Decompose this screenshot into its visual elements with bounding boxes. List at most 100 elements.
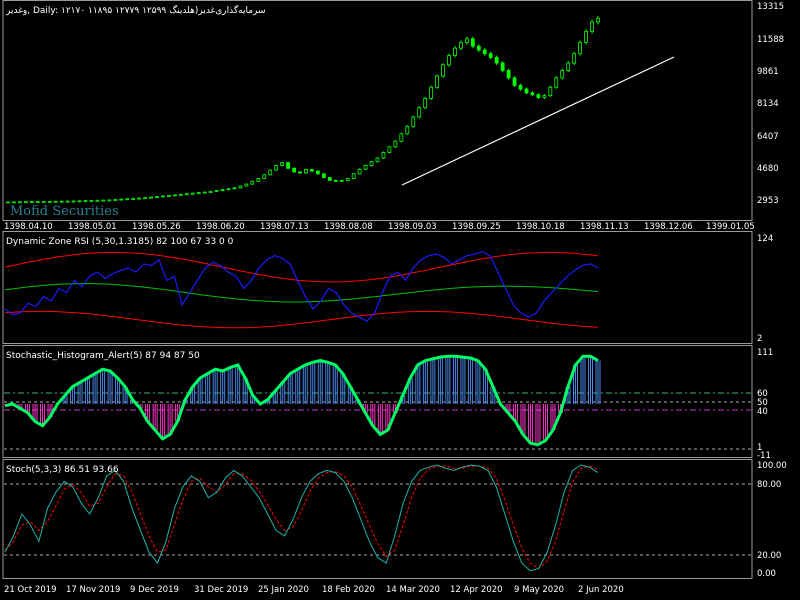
price-candle: [167, 195, 171, 197]
date-tick-label: 9 May 2020: [514, 585, 564, 595]
price-candle: [172, 194, 177, 197]
price-candle: [89, 200, 94, 202]
price-candle: [6, 201, 10, 204]
price-candle: [208, 191, 213, 193]
date-tick-label: 14 Mar 2020: [386, 585, 440, 595]
price-pane[interactable]: [2, 0, 753, 221]
date-tick-label: 1398.07.13: [260, 222, 309, 232]
price-tick-label: 4680: [757, 164, 779, 174]
price-candle: [226, 188, 231, 191]
price-candle: [83, 200, 88, 203]
price-candle: [488, 53, 493, 58]
stoch-title: Stoch(5,3,3) 86.51 93.66: [6, 465, 119, 475]
price-candle: [453, 47, 457, 56]
rsi-title: Dynamic Zone RSI (5,30,1.3185) 82 100 67…: [6, 237, 234, 247]
trading-chart: وغدیر, Daily: ۱۲۱۷۰ ۱۱۸۹۵ ۱۲۷۷۹ ۱۲۵۹۹ سر…: [2, 0, 787, 595]
price-candle: [143, 197, 147, 200]
date-tick-label: 1398.05.26: [132, 222, 181, 232]
price-candle: [131, 198, 136, 200]
price-candle: [399, 133, 404, 142]
stoch-hist-scale-label: -11: [757, 451, 771, 461]
price-candle: [59, 200, 64, 203]
price-candle: [149, 196, 153, 199]
stoch-hist-scale-label: 111: [757, 348, 773, 358]
price-candle: [214, 190, 219, 193]
price-candle: [232, 187, 237, 190]
price-candle: [470, 38, 475, 47]
price-candle: [107, 199, 112, 202]
stoch-scale-label: 0.00: [757, 569, 776, 579]
price-candle: [178, 193, 183, 196]
price-candle: [304, 169, 308, 174]
stoch-pane[interactable]: [2, 459, 753, 579]
date-tick-label: 2 Jun 2020: [578, 585, 624, 595]
price-candle: [190, 192, 195, 195]
price-candle: [435, 75, 439, 88]
price-candle: [393, 140, 398, 148]
price-candle: [482, 49, 487, 55]
price-candle: [476, 45, 481, 51]
price-candle: [137, 197, 142, 200]
price-candle: [71, 200, 76, 203]
price-candle: [512, 77, 517, 86]
price-candle: [536, 94, 541, 98]
price-tick-label: 9861: [757, 67, 779, 77]
price-candle: [113, 199, 118, 201]
date-tick-label: 1398.06.20: [196, 222, 245, 232]
stoch-scale-label: 80.00: [757, 480, 781, 490]
stoch-hist-scale-label: 40: [757, 407, 768, 417]
price-candle: [310, 169, 314, 172]
price-candle: [244, 183, 249, 187]
date-tick-label: 1398.05.01: [68, 222, 117, 232]
price-candle: [286, 162, 291, 169]
price-candle: [578, 42, 583, 55]
price-candle: [464, 38, 469, 43]
date-tick-label: 1398.08.08: [324, 222, 373, 232]
date-tick-label: 18 Feb 2020: [322, 585, 375, 595]
price-candle: [345, 178, 350, 181]
price-candle: [357, 168, 362, 175]
price-candle: [23, 201, 28, 204]
price-candle: [500, 62, 505, 71]
rsi-scale-label: 2: [757, 334, 762, 344]
price-candle: [459, 42, 463, 49]
price-tick-label: 8134: [757, 99, 779, 109]
price-candle: [35, 201, 40, 203]
date-tick-label: 17 Nov 2019: [66, 585, 120, 595]
price-candle: [506, 70, 511, 79]
price-candle: [369, 161, 374, 166]
price-candle: [119, 198, 124, 201]
price-candle: [315, 170, 320, 175]
rsi-upper-band: [4, 251, 599, 283]
price-candle: [339, 179, 344, 182]
price-candle: [494, 57, 499, 64]
date-tick-label: 1398.11.13: [580, 222, 629, 232]
price-candle: [196, 192, 201, 195]
price-candle: [351, 173, 356, 179]
price-candle: [387, 146, 392, 153]
price-candle: [202, 191, 207, 194]
price-candle: [292, 167, 296, 173]
stoch-signal-line: [4, 465, 599, 570]
date-tick-label: 31 Dec 2019: [194, 585, 248, 595]
price-candle: [524, 88, 529, 94]
price-candle: [381, 152, 386, 159]
price-tick-label: 11588: [757, 35, 784, 45]
price-candle: [560, 70, 565, 79]
price-candle: [29, 201, 34, 203]
watermark-text: Mofid Securities: [10, 204, 119, 219]
date-tick-label: 1398.09.03: [388, 222, 437, 232]
price-candle: [405, 125, 410, 135]
price-candle: [333, 179, 338, 182]
price-candle: [95, 199, 100, 202]
price-candle: [220, 189, 225, 192]
stoch-scale-label: 20.00: [757, 551, 781, 561]
rsi-mid-band: [4, 283, 599, 303]
rsi-pane[interactable]: [2, 231, 753, 344]
price-candle: [274, 165, 279, 171]
price-candle: [548, 86, 553, 97]
price-candle: [447, 55, 451, 66]
price-candles: [6, 15, 600, 204]
chart-title: وغدیر, Daily: ۱۲۱۷۰ ۱۱۸۹۵ ۱۲۷۷۹ ۱۲۵۹۹ سر…: [5, 4, 266, 16]
price-candle: [327, 177, 332, 181]
